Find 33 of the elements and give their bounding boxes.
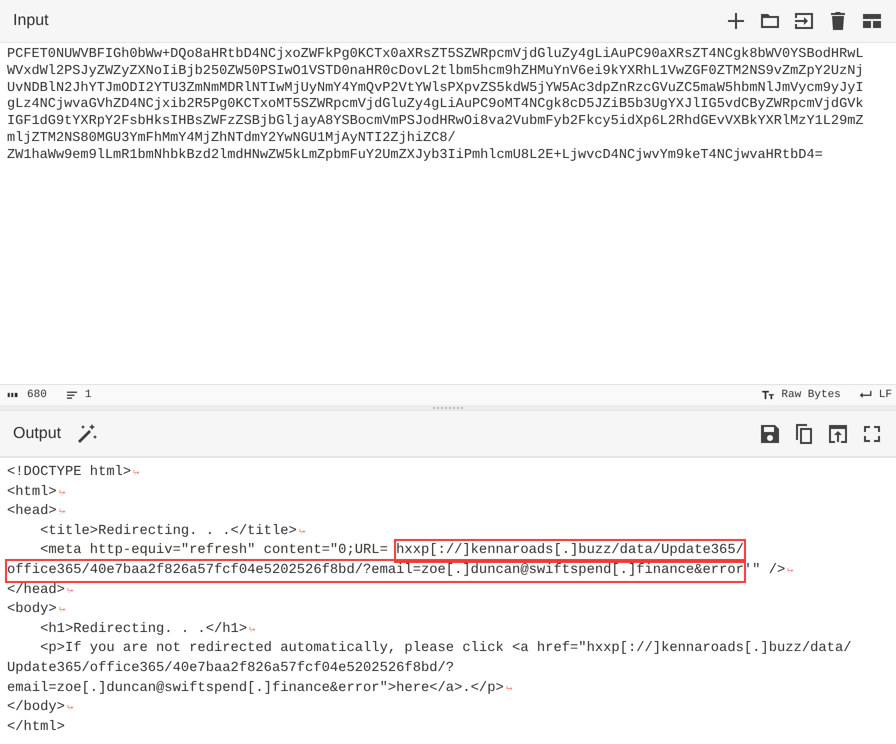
- output-text: email=zoe[.]duncan@swiftspend[.]finance&error">here</a>.</p>: [7, 680, 504, 698]
- output-text: </html>: [7, 718, 65, 737]
- output-text: <h1>Redirecting. . .</h1>: [39, 620, 248, 639]
- output-text: <!DOCTYPE html>: [7, 464, 132, 482]
- input-text-line: ZW1haWw9em9lLmR1bmNhbkBzd2lmdHNwZW5kLmZpbmFuY2UmZXJyb3IiPmhlcmU8L2E+LjwvcD4NCjwvYm9keT4NCjwvaHRtbD4=: [7, 148, 824, 165]
- output-text: <title>Redirecting. . .</title>: [39, 522, 297, 541]
- line-count: 1: [84, 389, 92, 401]
- input-text-line: mljZTM2NS80MGU3YmFhMmY4MjZhNTdmY2YwNGU1MjAyNTI2ZjhiZC8/: [7, 130, 457, 148]
- length-count: 680: [27, 389, 47, 401]
- input-text-line: PCFET0NUWVBFIGh0bWw+DQo8aHRtbD4NCjxoZWFkPg0KCTx0aXRsZT5SZWRpcmVjdGluZy4gLiAuPC90aXRsZT4NCgk8bWV0YSBodHRwL: [7, 47, 865, 64]
- output-text: <html>: [7, 484, 57, 502]
- input-text-line: IGF1dG9tYXRpY2FsbHksIHBsZWFzZSBjbGljayA8YSBocmVmPSJodHRwOi8va2VubmFyb2Fkcy5idXp6L2RhdGEvVXBkYXRlMzY1L29mZ: [7, 114, 865, 131]
- highlighted-url: office365/40e7baa2f826a57fcf04e5202526f8bd/?email=zoe[.]duncan@swiftspend[.]finance&error: [7, 560, 744, 581]
- output-text: <head>: [7, 503, 57, 522]
- input-text-line: WVxdWl2PSJyZWZyZXNoIiBjb250ZW50PSIwO1VSTD0naHR0cDovL2tlbm5hcm9hZHMuYnV6ei9kYXRhL1VwZGF0ZTM2NS9vZmZpY2UzNj: [7, 64, 865, 81]
- eol-label[interactable]: LF: [878, 389, 892, 401]
- output-text: <meta http-equiv="refresh" content="0;URL=: [39, 542, 389, 560]
- return-icon[interactable]: [858, 390, 873, 400]
- panel-title: Input: [13, 12, 49, 30]
- encoding-label[interactable]: Raw Bytes: [781, 389, 841, 401]
- lines-icon: [64, 390, 79, 400]
- highlighted-url: hxxp[://]kennaroads[.]buzz/data/Update365/: [396, 541, 744, 561]
- output-text: Update365/office365/40e7baa2f826a57fcf04e5202526f8bd/?: [7, 660, 454, 678]
- resize-handle[interactable]: [433, 406, 463, 408]
- font-size-icon[interactable]: [761, 390, 776, 400]
- output-text: '" />: [744, 562, 786, 580]
- output-text: <p>If you are not redirected automatically, please click <a href="hxxp[://]kennaroads[.]buzz/data/: [39, 640, 852, 658]
- output-text: </head>: [7, 582, 65, 600]
- input-text-line: gLz4NCjwvaGVhZD4NCjxib2R5Pg0KCTxoMT5SZWRpcmVjdGluZy4gLiAuPC9oMT4NCgk8cD5JZiB5b3UgYXJlIG5vdCByZWRpcmVjdGVk: [7, 97, 865, 114]
- output-text: </body>: [7, 699, 65, 718]
- output-text: <body>: [7, 601, 57, 620]
- input-text-line: UvNDBlN2JhYTJmODI2YTU3ZmNmMDRlNTIwMjUyNmY4YmQvP2VtYWlsPXpvZS5kdW5jYW5Ac3dpZnRzcGVuZC5maW5hbmNlJmVycm9yJyI: [7, 80, 865, 97]
- panel-title: Output: [13, 424, 62, 442]
